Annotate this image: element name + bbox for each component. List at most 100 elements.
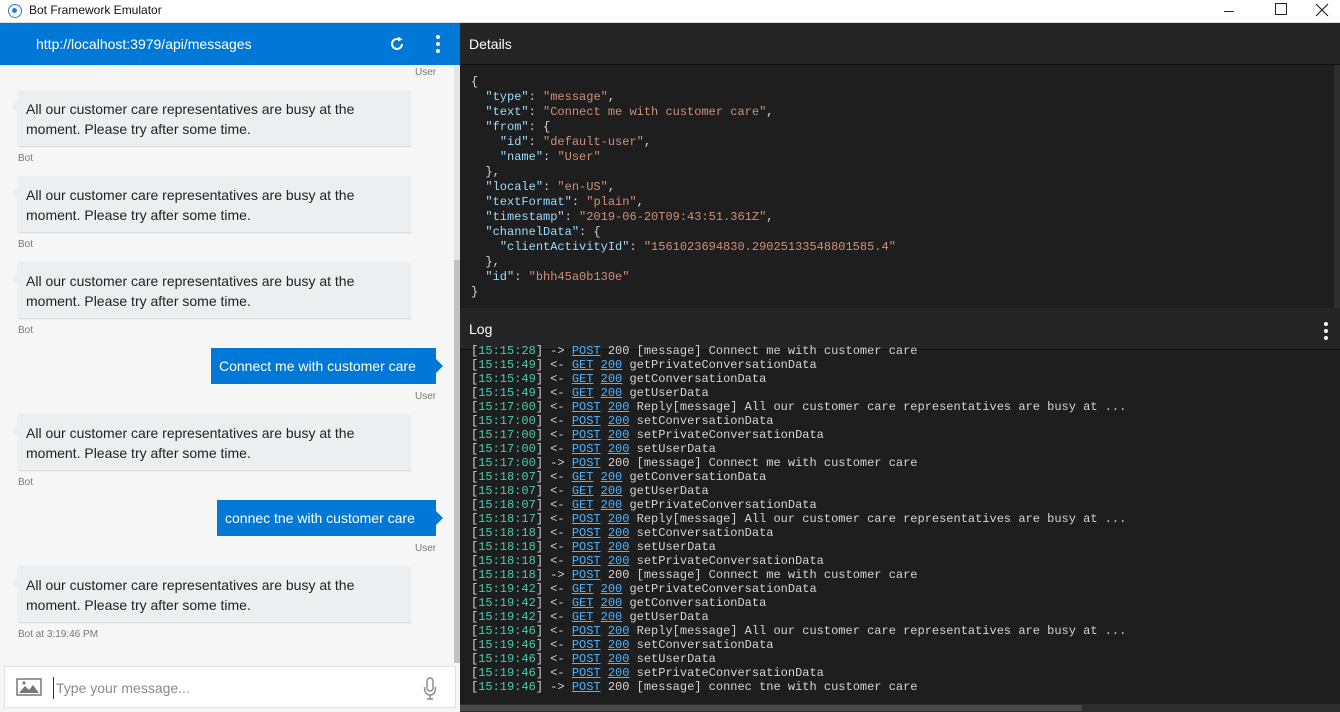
log-method-link[interactable]: POST [572,414,601,428]
log-message: getConversationData [629,596,767,610]
log-entry: [15:15:49] <- GET 200 getConversationDat… [471,372,767,386]
log-status-code[interactable]: 200 [608,652,630,666]
log-direction: -> [550,680,565,694]
log-method-link[interactable]: GET [572,358,594,372]
log-entry: [15:18:07] <- GET 200 getPrivateConversa… [471,498,817,512]
log-status-code[interactable]: 200 [601,484,623,498]
minimize-button[interactable] [1206,0,1252,23]
log-timestamp: 15:19:46 [478,680,536,694]
log-status-code[interactable]: 200 [601,372,623,386]
refresh-icon[interactable] [388,35,406,58]
maximize-button[interactable] [1256,0,1302,23]
log-method-link[interactable]: POST [572,442,601,456]
log-timestamp: 15:19:42 [478,610,536,624]
log-entry: [15:19:46] -> POST 200 [message] connec … [471,680,918,694]
log-status-code[interactable]: 200 [601,498,623,512]
log-status-code[interactable]: 200 [601,596,623,610]
log-entry: [15:18:07] <- GET 200 getConversationDat… [471,470,767,484]
details-scrollbar[interactable] [1334,65,1340,308]
log-entry: [15:17:00] <- POST 200 setUserData [471,442,716,456]
user-message: connec tne with customer care [217,500,443,536]
log-status-code: 200 [607,344,630,358]
log-method-link[interactable]: POST [572,666,601,680]
log-direction: <- [550,442,565,456]
log-method-link[interactable]: GET [572,596,594,610]
log-method-link[interactable]: GET [572,372,594,386]
log-method-link[interactable]: POST [572,428,601,442]
log-status-code[interactable]: 200 [608,400,630,414]
log-status-code[interactable]: 200 [601,358,623,372]
log-entry: [15:19:46] <- POST 200 Reply[message] Al… [471,624,1127,638]
log-status-code[interactable]: 200 [601,610,623,624]
message-list: User All our customer care representativ… [0,65,454,663]
log-method-link[interactable]: POST [572,680,601,694]
log-timestamp: 15:15:49 [478,358,536,372]
log-method-link[interactable]: GET [572,498,594,512]
log-entry: [15:18:18] <- POST 200 setPrivateConvers… [471,554,824,568]
log-status-code[interactable]: 200 [608,624,630,638]
log-entry: [15:18:07] <- GET 200 getUserData [471,484,709,498]
log-status-code[interactable]: 200 [608,442,630,456]
log-status-code[interactable]: 200 [601,470,623,484]
more-options-icon[interactable] [430,34,446,54]
log-method-link[interactable]: POST [572,652,601,666]
sender-label: Bot [18,153,34,164]
log-status-code[interactable]: 200 [608,666,630,680]
log-status-code[interactable]: 200 [608,554,630,568]
window-title: Bot Framework Emulator [29,3,162,17]
log-status-code[interactable]: 200 [608,526,630,540]
log-method-link[interactable]: GET [572,484,594,498]
log-direction: <- [550,666,565,680]
log-status-code[interactable]: 200 [608,512,630,526]
log-method-link[interactable]: GET [572,470,594,484]
close-button[interactable] [1302,0,1340,23]
details-panel: Details { "type": "message", "text": "Co… [460,23,1340,308]
log-method-link[interactable]: POST [572,554,601,568]
message-input[interactable] [53,677,413,699]
log-method-link[interactable]: POST [572,540,601,554]
log-timestamp: 15:15:28 [478,344,536,358]
close-icon [1315,3,1329,17]
log-method-link[interactable]: GET [572,610,594,624]
json-from-name-value: User [564,150,594,164]
log-status-code[interactable]: 200 [608,638,630,652]
json-id-value: bhh45a0b130e [535,270,623,284]
log-method-link[interactable]: POST [572,638,601,652]
log-message: setPrivateConversationData [636,554,824,568]
json-timestamp-value: 2019-06-20T09:43:51.361Z [586,210,760,224]
log-message: getConversationData [629,372,767,386]
log-direction: <- [550,624,565,638]
log-status-code[interactable]: 200 [601,582,623,596]
log-message: [message] connec tne with customer care [636,680,918,694]
json-locale-value: en-US [564,180,601,194]
log-status-code[interactable]: 200 [601,386,623,400]
log-status-code[interactable]: 200 [608,540,630,554]
log-message: [message] Connect me with customer care [636,456,918,470]
log-message: setUserData [636,652,716,666]
log-method-link[interactable]: POST [572,512,601,526]
log-method-link[interactable]: POST [572,568,601,582]
log-method-link[interactable]: POST [572,344,601,358]
log-method-link[interactable]: GET [572,386,594,400]
log-direction: <- [550,428,565,442]
log-method-link[interactable]: POST [572,624,601,638]
log-method-link[interactable]: POST [572,526,601,540]
log-method-link[interactable]: GET [572,582,594,596]
log-method-link[interactable]: POST [572,456,601,470]
log-title: Log [469,321,493,337]
log-status-code[interactable]: 200 [608,428,630,442]
image-upload-icon[interactable] [16,678,42,701]
log-more-options-icon[interactable] [1322,322,1330,340]
log-method-link[interactable]: POST [572,400,601,414]
log-direction: <- [550,610,565,624]
sender-label: Bot [18,325,34,336]
log-timestamp: 15:19:46 [478,666,536,680]
log-direction: <- [550,484,565,498]
log-message: getUserData [629,484,709,498]
microphone-icon[interactable] [423,677,437,706]
log-status-code[interactable]: 200 [608,414,630,428]
log-horizontal-scrollbar[interactable] [460,704,1340,712]
log-entry: [15:15:49] <- GET 200 getPrivateConversa… [471,358,817,372]
log-status-code: 200 [607,568,630,582]
log-direction: -> [550,568,565,582]
